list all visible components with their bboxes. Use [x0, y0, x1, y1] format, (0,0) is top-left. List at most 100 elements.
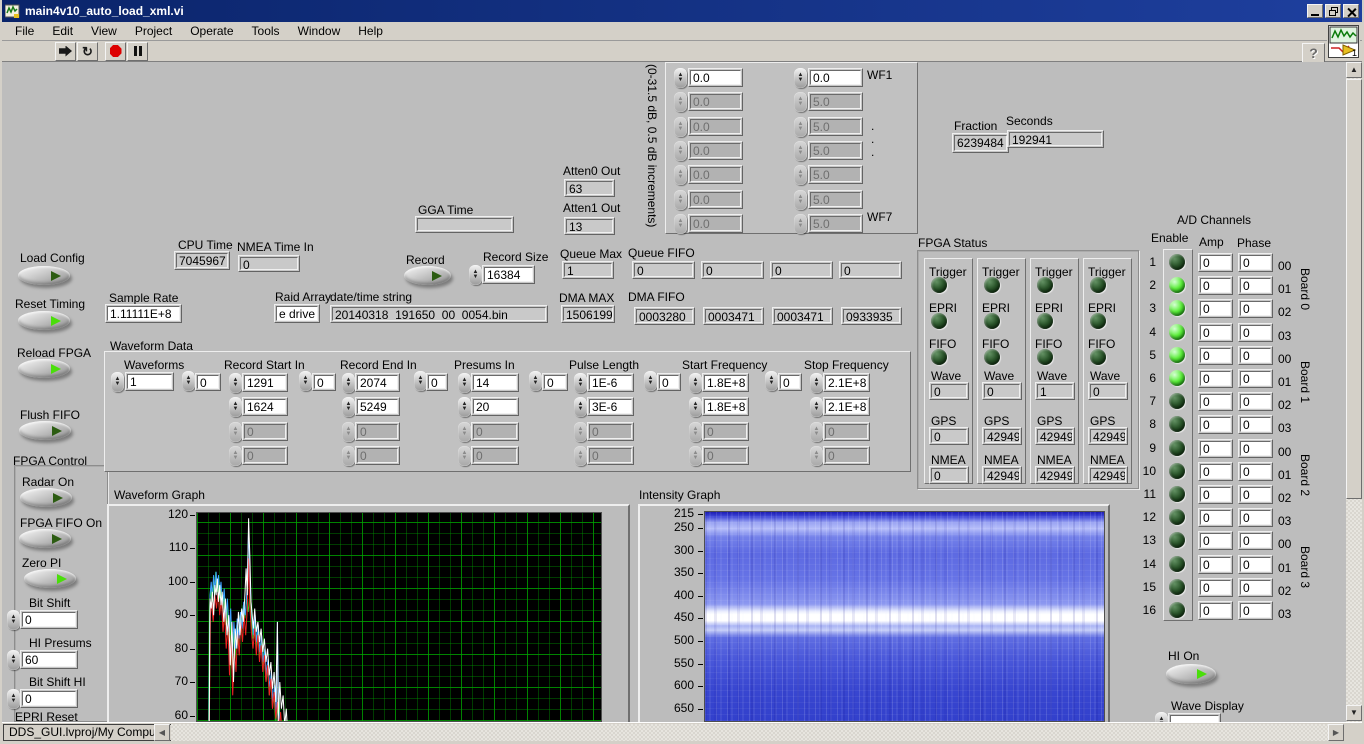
- bit-shift-hi-field[interactable]: 0: [20, 689, 78, 708]
- atten-col2-field-1[interactable]: 5.0: [808, 92, 863, 111]
- ad-phase-field-6[interactable]: 0: [1238, 369, 1273, 388]
- raid-array-field[interactable]: e drive: [274, 304, 320, 323]
- index-field-5[interactable]: 0: [778, 373, 802, 391]
- menu-edit[interactable]: Edit: [43, 23, 82, 39]
- fpga-epri-led[interactable]: [1037, 313, 1053, 329]
- col-4-field-3[interactable]: 0: [702, 446, 749, 465]
- ad-amp-field-2[interactable]: 0: [1198, 276, 1233, 295]
- menu-help[interactable]: Help: [349, 23, 392, 39]
- ad-phase-field-9[interactable]: 0: [1238, 439, 1273, 458]
- flush-fifo-button[interactable]: [19, 421, 71, 440]
- ad-phase-field-4[interactable]: 0: [1238, 323, 1273, 342]
- ad-amp-field-12[interactable]: 0: [1198, 508, 1233, 527]
- col-1-field-2[interactable]: 0: [355, 422, 400, 441]
- fpga-fifo-led[interactable]: [1037, 349, 1053, 365]
- col-5-spinner-0[interactable]: ▲▼: [810, 373, 823, 393]
- atten-col1-field-2[interactable]: 0.0: [688, 117, 743, 136]
- ad-phase-field-1[interactable]: 0: [1238, 253, 1273, 272]
- fpga-trigger-led[interactable]: [931, 277, 947, 293]
- atten-col2-spinner-4[interactable]: ▲▼: [794, 165, 807, 185]
- col-1-spinner-3[interactable]: ▲▼: [342, 446, 355, 466]
- col-0-field-0[interactable]: 1291: [242, 373, 288, 392]
- col-2-spinner-3[interactable]: ▲▼: [458, 446, 471, 466]
- ad-phase-field-11[interactable]: 0: [1238, 485, 1273, 504]
- col-2-spinner-0[interactable]: ▲▼: [458, 373, 471, 393]
- atten-col2-spinner-0[interactable]: ▲▼: [794, 68, 807, 88]
- load-config-button[interactable]: [18, 266, 70, 285]
- ad-amp-field-11[interactable]: 0: [1198, 485, 1233, 504]
- ad-amp-field-3[interactable]: 0: [1198, 299, 1233, 318]
- ad-enable-led-5[interactable]: [1169, 347, 1185, 363]
- index-spinner-1[interactable]: ▲▼: [299, 371, 312, 391]
- ad-enable-led-16[interactable]: [1169, 602, 1185, 618]
- col-4-field-1[interactable]: 1.8E+8: [702, 397, 749, 416]
- col-3-field-0[interactable]: 1E-6: [587, 373, 634, 392]
- col-0-field-1[interactable]: 1624: [242, 397, 288, 416]
- record-size-field[interactable]: 16384: [482, 265, 535, 284]
- col-5-field-0[interactable]: 2.1E+8: [823, 373, 870, 392]
- execution-target[interactable]: DDS_GUI.lvproj/My Computer: [3, 724, 176, 741]
- col-0-spinner-2[interactable]: ▲▼: [229, 422, 242, 442]
- col-2-field-2[interactable]: 0: [471, 422, 519, 441]
- col-2-field-0[interactable]: 14: [471, 373, 519, 392]
- ad-phase-field-16[interactable]: 0: [1238, 601, 1273, 620]
- ad-enable-led-4[interactable]: [1169, 324, 1185, 340]
- atten-col2-spinner-1[interactable]: ▲▼: [794, 92, 807, 112]
- col-4-spinner-3[interactable]: ▲▼: [689, 446, 702, 466]
- menu-file[interactable]: File: [6, 23, 43, 39]
- waveform-graph-plot[interactable]: [196, 512, 602, 722]
- atten-col1-field-0[interactable]: 0.0: [688, 68, 743, 87]
- zero-pi-button[interactable]: [24, 569, 76, 588]
- atten-col1-field-5[interactable]: 0.0: [688, 190, 743, 209]
- col-0-field-3[interactable]: 0: [242, 446, 288, 465]
- col-1-field-3[interactable]: 0: [355, 446, 400, 465]
- ad-amp-field-8[interactable]: 0: [1198, 415, 1233, 434]
- menu-window[interactable]: Window: [289, 23, 350, 39]
- ad-amp-field-15[interactable]: 0: [1198, 578, 1233, 597]
- atten-col1-field-4[interactable]: 0.0: [688, 165, 743, 184]
- col-0-field-2[interactable]: 0: [242, 422, 288, 441]
- ad-amp-field-16[interactable]: 0: [1198, 601, 1233, 620]
- hi-presums-field[interactable]: 60: [20, 650, 78, 669]
- index-spinner-0[interactable]: ▲▼: [182, 371, 195, 391]
- col-3-spinner-2[interactable]: ▲▼: [574, 422, 587, 442]
- waveforms-spinner[interactable]: ▲▼: [111, 372, 124, 392]
- index-spinner-3[interactable]: ▲▼: [529, 371, 542, 391]
- ad-amp-field-6[interactable]: 0: [1198, 369, 1233, 388]
- col-4-field-2[interactable]: 0: [702, 422, 749, 441]
- ad-amp-field-4[interactable]: 0: [1198, 323, 1233, 342]
- ad-phase-field-5[interactable]: 0: [1238, 346, 1273, 365]
- hi-presums-spinner[interactable]: ▲▼: [7, 650, 20, 670]
- col-0-spinner-1[interactable]: ▲▼: [229, 397, 242, 417]
- index-spinner-4[interactable]: ▲▼: [644, 371, 657, 391]
- scroll-up-button[interactable]: ▲: [1346, 62, 1362, 78]
- col-3-spinner-0[interactable]: ▲▼: [574, 373, 587, 393]
- atten-col2-spinner-5[interactable]: ▲▼: [794, 190, 807, 210]
- col-4-spinner-0[interactable]: ▲▼: [689, 373, 702, 393]
- ad-phase-field-10[interactable]: 0: [1238, 462, 1273, 481]
- col-5-spinner-3[interactable]: ▲▼: [810, 446, 823, 466]
- ad-phase-field-3[interactable]: 0: [1238, 299, 1273, 318]
- menu-project[interactable]: Project: [126, 23, 181, 39]
- atten-col2-spinner-3[interactable]: ▲▼: [794, 141, 807, 161]
- index-field-3[interactable]: 0: [542, 373, 568, 391]
- menu-operate[interactable]: Operate: [181, 23, 242, 39]
- hi-on-button[interactable]: [1166, 664, 1216, 684]
- ad-enable-led-1[interactable]: [1169, 254, 1185, 270]
- reload-fpga-button[interactable]: [18, 359, 70, 378]
- atten-col1-spinner-0[interactable]: ▲▼: [674, 68, 687, 88]
- col-5-field-1[interactable]: 2.1E+8: [823, 397, 870, 416]
- index-field-0[interactable]: 0: [195, 373, 221, 391]
- col-4-spinner-2[interactable]: ▲▼: [689, 422, 702, 442]
- col-1-field-1[interactable]: 5249: [355, 397, 400, 416]
- col-1-spinner-0[interactable]: ▲▼: [342, 373, 355, 393]
- col-4-field-0[interactable]: 1.8E+8: [702, 373, 749, 392]
- atten-col2-spinner-6[interactable]: ▲▼: [794, 214, 807, 234]
- fpga-epri-led[interactable]: [984, 313, 1000, 329]
- close-button[interactable]: [1343, 4, 1359, 18]
- vertical-scrollbar[interactable]: ▲ ▼: [1346, 62, 1362, 722]
- ad-enable-led-10[interactable]: [1169, 463, 1185, 479]
- ad-phase-field-2[interactable]: 0: [1238, 276, 1273, 295]
- ad-phase-field-15[interactable]: 0: [1238, 578, 1273, 597]
- ad-enable-led-11[interactable]: [1169, 486, 1185, 502]
